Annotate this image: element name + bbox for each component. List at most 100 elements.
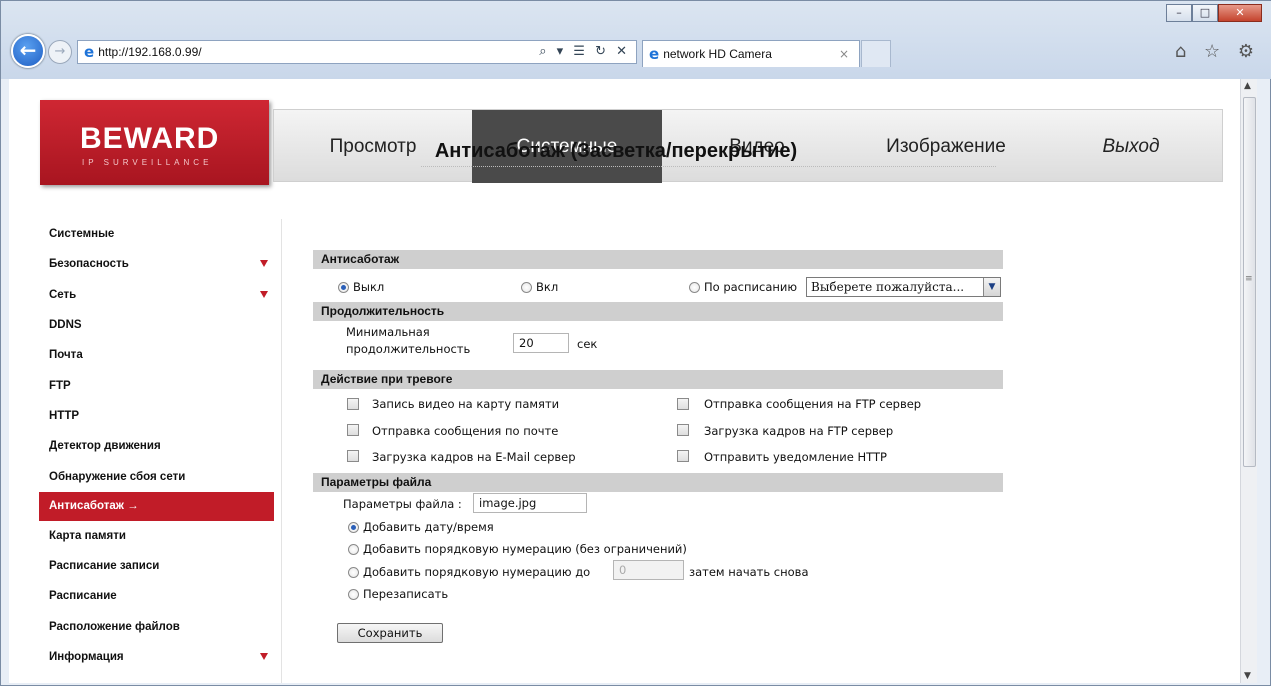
file-overwrite-radio[interactable] (348, 589, 359, 600)
filename-input[interactable]: image.jpg (473, 493, 587, 513)
sidebar-item-label: Системные (49, 228, 115, 241)
browser-chrome: – □ ✕ ← → e http://192.168.0.99/ ⌕ ▾ ☰ ↻… (1, 1, 1271, 79)
sidebar-item-network-failure[interactable]: Обнаружение сбоя сети (39, 461, 274, 491)
sidebar-item-ftp[interactable]: FTP (39, 370, 274, 400)
action-http-notify-checkbox[interactable] (677, 450, 689, 462)
sidebar-item-label: Детектор движения (49, 440, 161, 453)
file-datetime-label: Добавить дату/время (363, 520, 494, 534)
sidebar-item-label: Почта (49, 349, 83, 362)
forward-button[interactable]: → (48, 40, 72, 64)
sidebar-item-label: DDNS (49, 319, 82, 332)
logo-text: BEWARD (80, 122, 220, 155)
duration-input[interactable]: 20 (513, 333, 569, 353)
browser-tab[interactable]: e network HD Camera × (642, 40, 860, 67)
sidebar: Системные Безопасность Сеть DDNS Почта F… (39, 219, 274, 672)
sidebar-item-memory-card[interactable]: Карта памяти (39, 521, 274, 551)
section-alarm-action: Действие при тревоге (313, 370, 1003, 389)
sidebar-item-label: Расписание (49, 590, 117, 603)
mode-off-radio[interactable] (338, 282, 349, 293)
ie-page-icon: e (84, 43, 95, 61)
expand-arrow-icon (260, 652, 268, 660)
duration-label-line2: продолжительность (346, 342, 471, 356)
action-email-frames-label: Загрузка кадров на E-Mail сервер (372, 450, 576, 464)
file-seq-unlimited-label: Добавить порядковую нумерацию (без огран… (363, 542, 687, 556)
new-tab-button[interactable] (861, 40, 891, 67)
sidebar-item-label: Обнаружение сбоя сети (49, 470, 186, 483)
sidebar-item-label: Расписание записи (49, 560, 160, 573)
action-record-sd-label: Запись видео на карту памяти (372, 397, 560, 411)
action-ftp-frames-label: Загрузка кадров на FTP сервер (704, 424, 894, 438)
chevron-down-icon[interactable]: ▼ (983, 278, 1000, 296)
sidebar-item-label: FTP (49, 379, 71, 392)
sidebar-item-label: Безопасность (49, 258, 129, 271)
sidebar-item-file-location[interactable]: Расположение файлов (39, 612, 274, 642)
maximize-button[interactable]: □ (1192, 4, 1218, 22)
sidebar-item-label: Сеть (49, 288, 77, 301)
tab-page-icon: e (649, 45, 660, 63)
action-ftp-frames-checkbox[interactable] (677, 424, 689, 436)
title-underline (421, 166, 996, 167)
browser-window: – □ ✕ ← → e http://192.168.0.99/ ⌕ ▾ ☰ ↻… (0, 0, 1271, 686)
file-overwrite-label: Перезаписать (363, 587, 449, 601)
sidebar-item-network[interactable]: Сеть (39, 280, 274, 310)
minimize-button[interactable]: – (1166, 4, 1192, 22)
vertical-scrollbar[interactable]: ▲ ≡ ▼ (1240, 79, 1257, 683)
sidebar-divider (281, 219, 282, 683)
beward-logo: BEWARD IP SURVEILLANCE (40, 100, 269, 185)
scroll-down-icon[interactable]: ▼ (1244, 671, 1251, 681)
back-button[interactable]: ← (11, 34, 45, 68)
schedule-select-value: Выберете пожалуйста... (811, 280, 965, 294)
window-controls: – □ ✕ (1166, 4, 1262, 22)
action-email-frames-checkbox[interactable] (347, 450, 359, 462)
file-seq-unlimited-radio[interactable] (348, 544, 359, 555)
file-seq-to-label: Добавить порядковую нумерацию до (363, 565, 591, 579)
sidebar-item-mail[interactable]: Почта (39, 340, 274, 370)
then-restart-label: затем начать снова (689, 565, 809, 579)
page-title: Антисаботаж (Засветка/перекрытие) (434, 140, 798, 162)
duration-label-line1: Минимальная (346, 325, 430, 339)
action-email-notify-label: Отправка сообщения по почте (372, 424, 559, 438)
sidebar-item-motion-detector[interactable]: Детектор движения (39, 431, 274, 461)
sidebar-item-antisabotage[interactable]: Антисаботаж → (39, 491, 274, 521)
sidebar-item-system[interactable]: Системные (39, 219, 274, 249)
sidebar-item-label: Карта памяти (49, 529, 126, 542)
expand-arrow-icon (260, 260, 268, 268)
mode-schedule-radio[interactable] (689, 282, 700, 293)
action-email-notify-checkbox[interactable] (347, 424, 359, 436)
address-bar[interactable]: e http://192.168.0.99/ ⌕ ▾ ☰ ↻ ✕ (77, 40, 637, 64)
logo-subtext: IP SURVEILLANCE (82, 158, 213, 167)
action-record-sd-checkbox[interactable] (347, 398, 359, 410)
sidebar-item-schedule[interactable]: Расписание (39, 581, 274, 611)
file-datetime-radio[interactable] (348, 522, 359, 533)
save-button[interactable]: Сохранить (337, 623, 443, 643)
sidebar-item-record-schedule[interactable]: Расписание записи (39, 551, 274, 581)
section-duration: Продолжительность (313, 302, 1003, 321)
sidebar-item-information[interactable]: Информация (39, 642, 274, 672)
sidebar-item-label: Антисаботаж → (49, 500, 139, 513)
menu-exit[interactable]: Выход (1040, 110, 1222, 183)
address-tools-icons[interactable]: ⌕ ▾ ☰ ↻ ✕ (539, 44, 630, 59)
duration-unit: сек (577, 337, 598, 351)
section-antisabotage: Антисаботаж (313, 250, 1003, 269)
sidebar-item-security[interactable]: Безопасность (39, 249, 274, 279)
action-http-notify-label: Отправить уведомление HTTP (704, 450, 887, 464)
mode-on-radio[interactable] (521, 282, 532, 293)
address-url: http://192.168.0.99/ (98, 45, 202, 59)
mode-off-label: Выкл (353, 280, 385, 294)
sidebar-item-ddns[interactable]: DDNS (39, 310, 274, 340)
scroll-up-icon[interactable]: ▲ (1244, 81, 1251, 91)
seq-limit-input[interactable]: 0 (613, 560, 684, 580)
file-seq-to-radio[interactable] (348, 567, 359, 578)
sidebar-item-label: Расположение файлов (49, 620, 180, 633)
sidebar-item-http[interactable]: HTTP (39, 401, 274, 431)
sidebar-item-label: HTTP (49, 409, 80, 422)
close-window-button[interactable]: ✕ (1218, 4, 1262, 22)
home-favorites-settings-icons[interactable]: ⌂ ☆ ⚙ (1175, 41, 1260, 62)
scrollbar-grip-icon: ≡ (1245, 274, 1253, 284)
schedule-select[interactable]: Выберете пожалуйста... ▼ (806, 277, 1001, 297)
action-ftp-notify-checkbox[interactable] (677, 398, 689, 410)
sidebar-item-label: Информация (49, 651, 124, 663)
file-params-label: Параметры файла : (343, 497, 462, 511)
mode-schedule-label: По расписанию (704, 280, 798, 294)
tab-close-icon[interactable]: × (839, 47, 849, 61)
